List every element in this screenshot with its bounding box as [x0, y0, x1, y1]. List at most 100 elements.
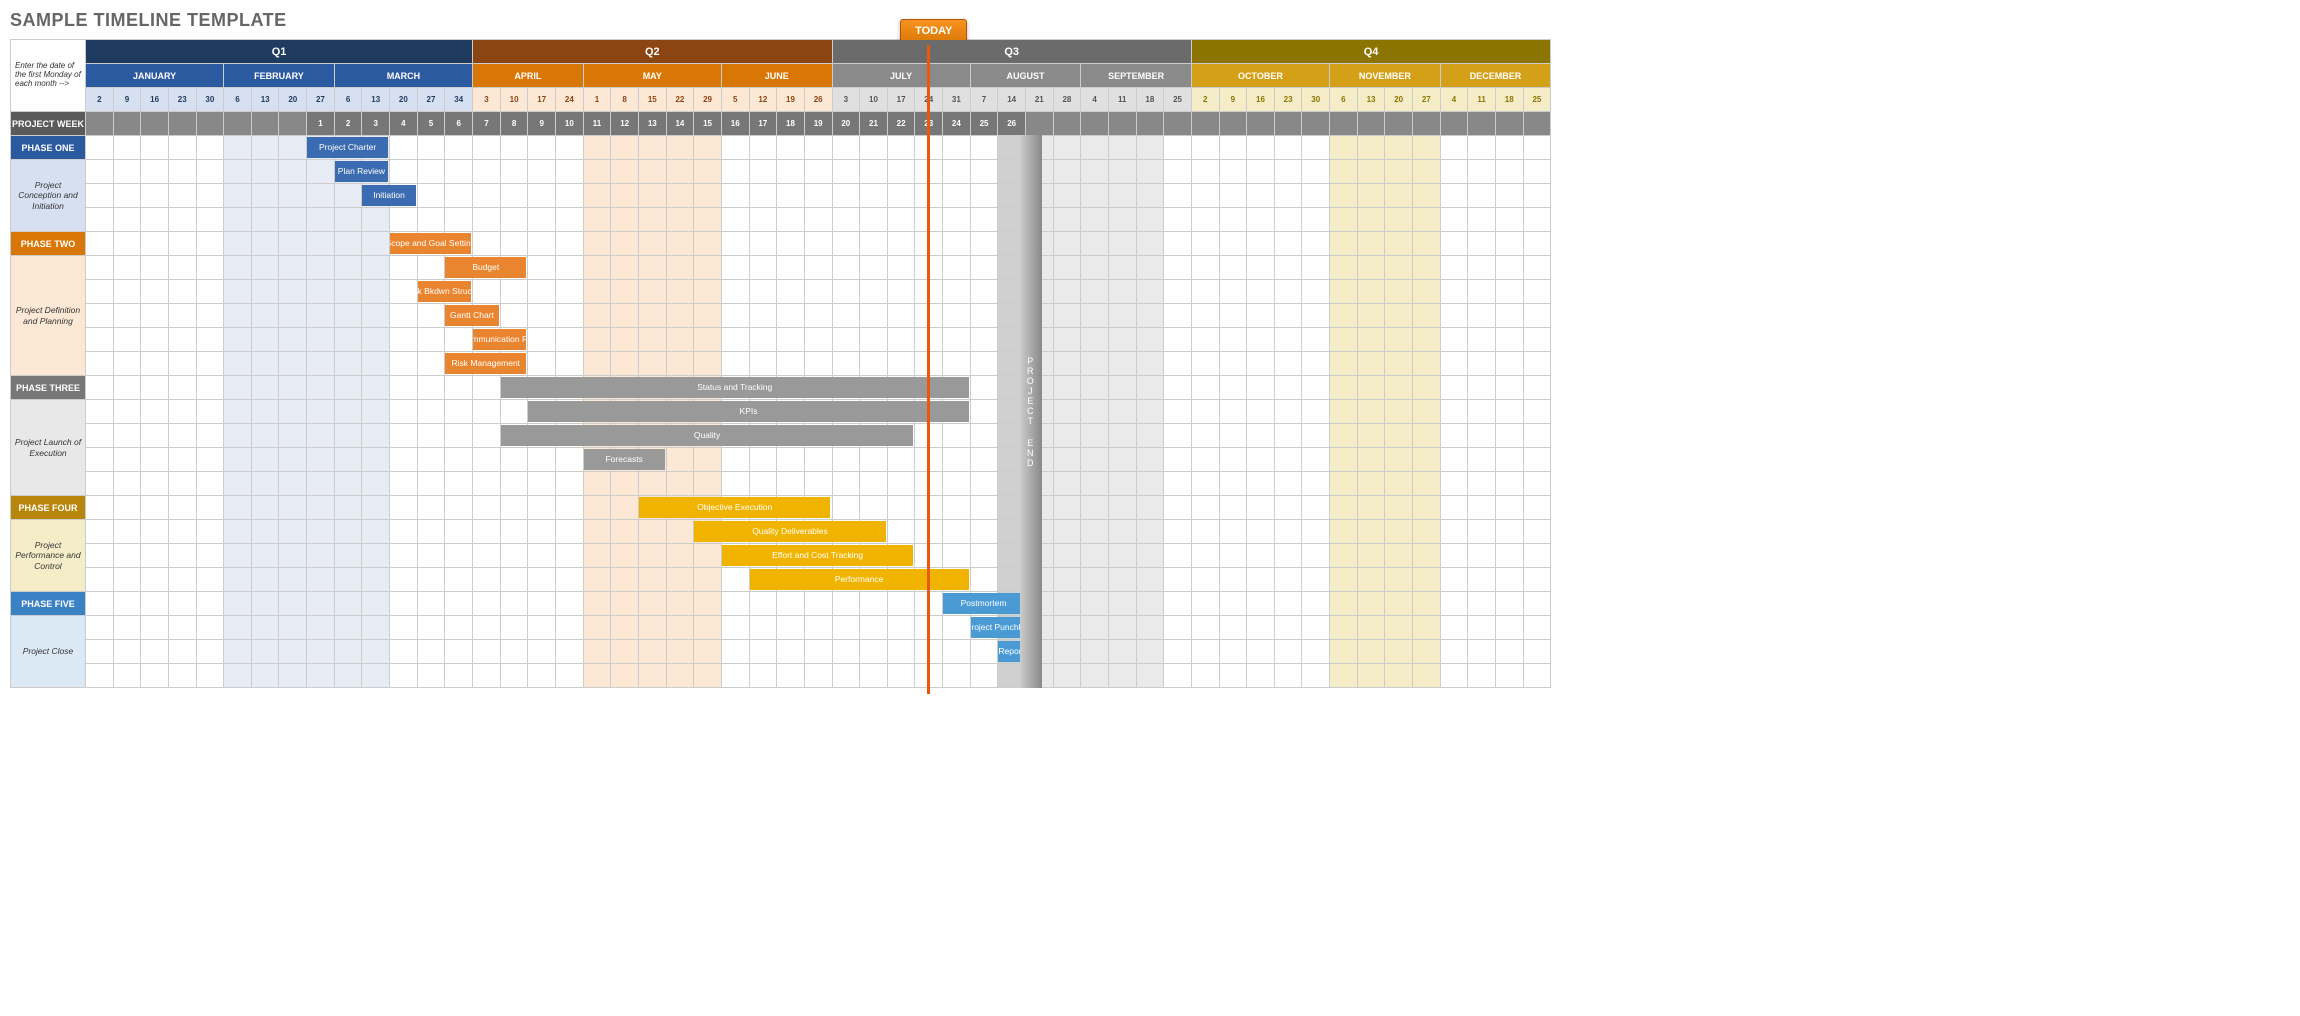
grid-cell [1357, 568, 1385, 592]
grid-cell [1136, 184, 1164, 208]
grid-cell [860, 184, 888, 208]
grid-cell [943, 640, 971, 664]
project-week-num [1330, 112, 1358, 136]
grid-cell [943, 616, 971, 640]
grid-cell [473, 160, 501, 184]
grid-cell [445, 568, 473, 592]
task-bar[interactable]: Plan Review [335, 161, 388, 182]
grid-cell [1330, 280, 1358, 304]
grid-cell [1247, 592, 1275, 616]
grid-cell [860, 616, 888, 640]
grid-cell [583, 304, 611, 328]
grid-cell [196, 640, 224, 664]
grid-cell [887, 304, 915, 328]
grid-cell [611, 664, 639, 688]
task-bar[interactable]: Status and Tracking [501, 377, 969, 398]
grid-cell [224, 280, 252, 304]
grid-cell [390, 352, 418, 376]
grid-cell [887, 256, 915, 280]
grid-cell [1523, 160, 1551, 184]
task-bar[interactable]: Forecasts [584, 449, 665, 470]
grid-cell [279, 496, 307, 520]
task-bar[interactable]: KPIs [528, 401, 968, 422]
phase-header: PHASE FIVE [11, 592, 86, 616]
grid-cell [1440, 496, 1468, 520]
grid-cell [362, 376, 390, 400]
task-bar[interactable]: Quality Deliverables [694, 521, 885, 542]
week-date: 18 [1495, 88, 1523, 112]
grid-cell [777, 664, 805, 688]
task-bar[interactable]: Communication Plan [473, 329, 526, 350]
grid-cell [943, 304, 971, 328]
grid-cell [362, 544, 390, 568]
quarter-header: Q2 [473, 40, 832, 64]
grid-cell [417, 664, 445, 688]
task-bar[interactable]: Objective Execution [639, 497, 830, 518]
grid-cell [251, 616, 279, 640]
task-bar[interactable]: Project Punchlist [971, 617, 1024, 638]
task-bar[interactable]: Quality [501, 425, 914, 446]
grid-cell [196, 400, 224, 424]
grid-cell [362, 448, 390, 472]
week-date: 20 [279, 88, 307, 112]
grid-cell [638, 640, 666, 664]
grid-cell [1108, 376, 1136, 400]
grid-cell [1440, 520, 1468, 544]
grid-cell [1385, 592, 1413, 616]
grid-cell [1440, 592, 1468, 616]
grid-cell [1413, 208, 1441, 232]
grid-cell [1053, 136, 1081, 160]
grid-cell [943, 352, 971, 376]
grid-cell [970, 352, 998, 376]
grid-cell [777, 640, 805, 664]
task-bar[interactable]: Postmortem [943, 593, 1024, 614]
grid-cell [528, 136, 556, 160]
grid-cell [86, 664, 114, 688]
grid-cell [362, 304, 390, 328]
grid-cell [168, 472, 196, 496]
grid-cell [1302, 160, 1330, 184]
grid-cell [362, 352, 390, 376]
grid-cell [721, 448, 749, 472]
phase-desc: Project Close [11, 616, 86, 688]
grid-cell [970, 280, 998, 304]
grid-cell [943, 496, 971, 520]
grid-cell [1440, 280, 1468, 304]
task-bar[interactable]: Gantt Chart [445, 305, 498, 326]
grid-cell [1219, 208, 1247, 232]
grid-cell [113, 472, 141, 496]
grid-cell [638, 616, 666, 640]
grid-cell [390, 664, 418, 688]
task-bar[interactable]: Scope and Goal Setting [390, 233, 471, 254]
grid-cell [1302, 640, 1330, 664]
grid-cell [1053, 496, 1081, 520]
grid-cell [721, 592, 749, 616]
task-bar[interactable]: Project Charter [307, 137, 388, 158]
grid-cell [887, 472, 915, 496]
grid-cell [638, 232, 666, 256]
grid-cell [1302, 472, 1330, 496]
grid-cell [251, 520, 279, 544]
grid-cell [1219, 160, 1247, 184]
project-week-num [1191, 112, 1219, 136]
grid-cell [1053, 328, 1081, 352]
grid-cell [445, 424, 473, 448]
grid-cell [832, 352, 860, 376]
task-bar[interactable]: Work Bkdwn Structure [418, 281, 471, 302]
task-bar[interactable]: Budget [445, 257, 526, 278]
project-week-num [1025, 112, 1053, 136]
task-bar[interactable]: Performance [750, 569, 969, 590]
grid-cell [721, 208, 749, 232]
grid-cell [362, 424, 390, 448]
grid-cell [1302, 280, 1330, 304]
grid-cell [1191, 160, 1219, 184]
grid-cell [500, 184, 528, 208]
grid-cell [1357, 544, 1385, 568]
grid-cell [1523, 232, 1551, 256]
grid-cell [804, 136, 832, 160]
task-bar[interactable]: Risk Management [445, 353, 526, 374]
task-bar[interactable]: Initiation [362, 185, 415, 206]
project-week-num: 20 [832, 112, 860, 136]
task-bar[interactable]: Effort and Cost Tracking [722, 545, 913, 566]
grid-cell [666, 304, 694, 328]
